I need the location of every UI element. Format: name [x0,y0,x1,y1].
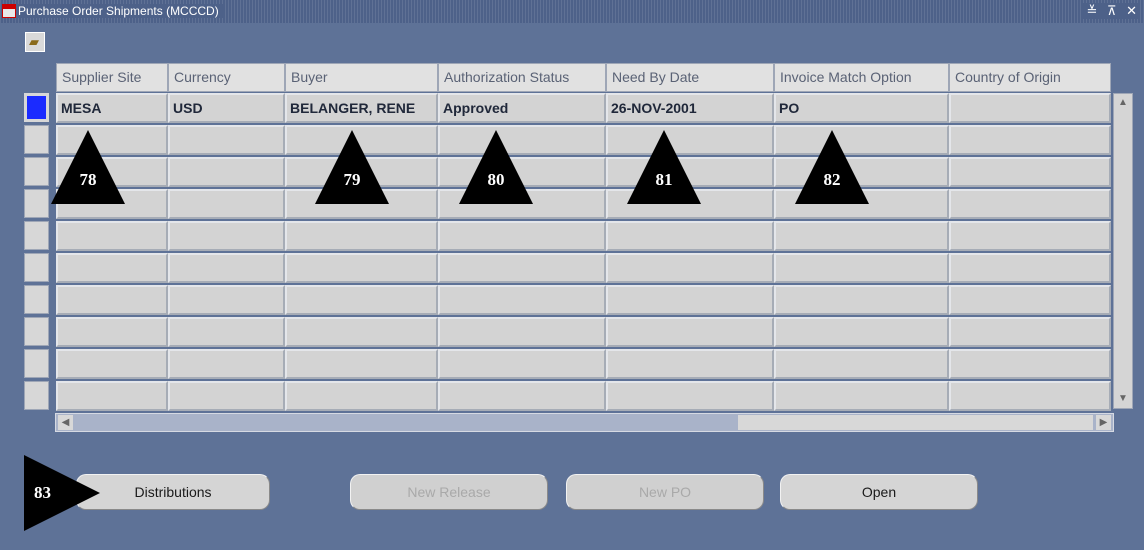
cell-buyer[interactable] [285,253,438,283]
app-icon [2,4,16,18]
row-selector[interactable] [24,125,49,154]
cell-country-of-origin[interactable] [949,157,1111,187]
cell-country-of-origin[interactable] [949,349,1111,379]
cell-invoice-match-option[interactable] [774,253,949,283]
cell-buyer[interactable] [285,221,438,251]
column-header-country-of-origin: Country of Origin [949,63,1111,92]
cell-supplier-site[interactable] [56,317,168,347]
cell-country-of-origin[interactable] [949,221,1111,251]
scroll-left-icon[interactable]: ◀ [58,415,73,430]
callout-81: 81 [627,130,701,204]
new-po-button[interactable]: New PO [566,474,764,510]
cell-currency[interactable] [168,157,285,187]
cell-currency[interactable] [168,221,285,251]
column-header-need-by-date: Need By Date [606,63,774,92]
scroll-right-icon[interactable]: ▶ [1096,415,1111,430]
callout-79: 79 [315,130,389,204]
purchase-order-shipments-window: Purchase Order Shipments (MCCCD) ≚ ⊼ ✕ ▰… [0,0,1144,550]
distributions-button[interactable]: Distributions [76,474,270,510]
row-selector[interactable] [24,317,49,346]
callout-83: 83 [24,455,100,531]
horizontal-scrollbar[interactable]: ◀ ▶ [55,413,1114,432]
row-selector[interactable] [24,349,49,378]
cell-country-of-origin[interactable] [949,189,1111,219]
cell-invoice-match-option[interactable]: PO [774,93,949,123]
cell-invoice-match-option[interactable] [774,381,949,411]
row-selector[interactable] [24,93,49,122]
cell-currency[interactable] [168,349,285,379]
cell-supplier-site[interactable] [56,253,168,283]
cell-country-of-origin[interactable] [949,285,1111,315]
row-selector[interactable] [24,189,49,218]
cell-authorization-status[interactable] [438,349,606,379]
cell-need-by-date[interactable] [606,349,774,379]
cell-currency[interactable] [168,189,285,219]
window-title: Purchase Order Shipments (MCCCD) [18,4,225,18]
open-button[interactable]: Open [780,474,978,510]
column-header-buyer: Buyer [285,63,438,92]
column-header-invoice-match-option: Invoice Match Option [774,63,949,92]
column-header-currency: Currency [168,63,285,92]
row-selector[interactable] [24,221,49,250]
window-controls[interactable]: ≚ ⊼ ✕ [1082,3,1140,19]
cell-supplier-site[interactable]: MESA [56,93,168,123]
column-header-authorization-status: Authorization Status [438,63,606,92]
new-release-button[interactable]: New Release [350,474,548,510]
cell-invoice-match-option[interactable] [774,221,949,251]
cell-supplier-site[interactable] [56,285,168,315]
cell-need-by-date[interactable] [606,285,774,315]
cell-need-by-date[interactable] [606,221,774,251]
cell-authorization-status[interactable] [438,285,606,315]
callout-78: 78 [51,130,125,204]
callout-80: 80 [459,130,533,204]
cell-buyer[interactable] [285,317,438,347]
cell-currency[interactable] [168,253,285,283]
cell-country-of-origin[interactable] [949,317,1111,347]
cell-buyer[interactable] [285,349,438,379]
cell-invoice-match-option[interactable] [774,349,949,379]
row-selector[interactable] [24,157,49,186]
cell-currency[interactable] [168,317,285,347]
scroll-up-icon[interactable]: ▲ [1116,96,1130,110]
horizontal-scroll-thumb[interactable] [738,415,1093,430]
cell-country-of-origin[interactable] [949,381,1111,411]
row-selector[interactable] [24,253,49,282]
cell-need-by-date[interactable] [606,253,774,283]
cell-authorization-status[interactable] [438,253,606,283]
title-bar: Purchase Order Shipments (MCCCD) ≚ ⊼ ✕ [0,0,1144,23]
cell-authorization-status[interactable] [438,317,606,347]
cell-need-by-date[interactable] [606,381,774,411]
cell-buyer[interactable]: BELANGER, RENE [285,93,438,123]
cell-currency[interactable] [168,125,285,155]
cell-currency[interactable]: USD [168,93,285,123]
folder-icon[interactable]: ▰ [25,32,45,52]
cell-need-by-date[interactable] [606,317,774,347]
vertical-scrollbar[interactable]: ▲ ▼ [1113,93,1133,409]
cell-currency[interactable] [168,381,285,411]
cell-supplier-site[interactable] [56,221,168,251]
cell-authorization-status[interactable]: Approved [438,93,606,123]
cell-country-of-origin[interactable] [949,125,1111,155]
row-selector[interactable] [24,381,49,410]
cell-authorization-status[interactable] [438,221,606,251]
column-header-supplier-site: Supplier Site [56,63,168,92]
cell-buyer[interactable] [285,285,438,315]
callout-82: 82 [795,130,869,204]
scroll-down-icon[interactable]: ▼ [1116,392,1130,406]
cell-need-by-date[interactable]: 26-NOV-2001 [606,93,774,123]
cell-buyer[interactable] [285,381,438,411]
cell-authorization-status[interactable] [438,381,606,411]
cell-country-of-origin[interactable] [949,93,1111,123]
cell-supplier-site[interactable] [56,349,168,379]
cell-invoice-match-option[interactable] [774,285,949,315]
cell-supplier-site[interactable] [56,381,168,411]
cell-country-of-origin[interactable] [949,253,1111,283]
cell-invoice-match-option[interactable] [774,317,949,347]
row-selector[interactable] [24,285,49,314]
cell-currency[interactable] [168,285,285,315]
